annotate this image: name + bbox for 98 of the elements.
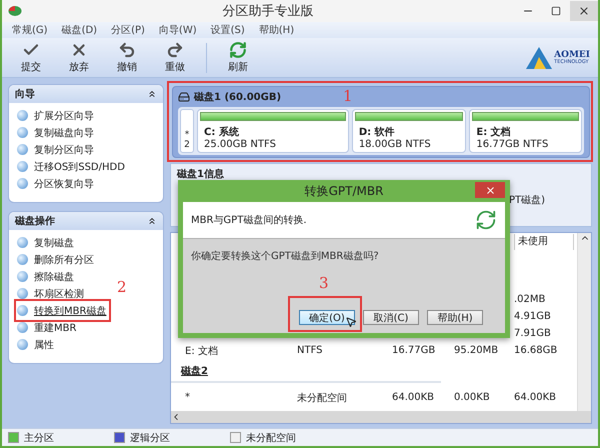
- logo-name: AOMEI: [554, 50, 590, 60]
- table-cell-text: .02MB: [514, 294, 546, 305]
- disk-title: 磁盘1 (60.00GB): [194, 90, 282, 104]
- table-cell-text: 16.68GB: [514, 345, 558, 356]
- partition-size: 25.00GB NTFS: [204, 139, 277, 150]
- toolbar-button[interactable]: 刷新: [217, 40, 259, 76]
- partition-name: E: 文档: [476, 126, 512, 139]
- close-icon: [578, 5, 590, 17]
- annotation-number: 1: [343, 87, 353, 105]
- partition-size: 16.77GB NTFS: [476, 139, 550, 150]
- partition-block[interactable]: D: 软件 18.00GB NTFS: [352, 109, 466, 153]
- table-cell-text: E: 文档: [185, 344, 219, 358]
- partition-name: D: 软件: [358, 126, 396, 139]
- panel-header[interactable]: 磁盘操作: [9, 212, 163, 230]
- toolbar-button[interactable]: 撤销: [106, 40, 148, 76]
- toolbar-button[interactable]: 放弃: [58, 40, 100, 76]
- disk-icon: [17, 322, 28, 333]
- logo-icon: [526, 46, 552, 68]
- sidebar-item[interactable]: 删除所有分区: [17, 251, 96, 268]
- panel-title: 磁盘操作: [15, 214, 55, 228]
- panel-header[interactable]: 向导: [9, 85, 163, 103]
- sidebar-item[interactable]: 坏扇区检测: [17, 285, 86, 302]
- sidebar-item[interactable]: 迁移OS到SSD/HDD: [17, 158, 127, 175]
- panel-title: 向导: [15, 88, 35, 101]
- partition-block[interactable]: C: 系统 25.00GB NTFS: [197, 109, 349, 153]
- dialog-button[interactable]: 帮助(H): [427, 310, 483, 325]
- table-cell-text: *: [185, 392, 191, 403]
- cursor-icon: [345, 316, 357, 328]
- toolbar-button[interactable]: 提交: [10, 40, 52, 76]
- legend-label: 主分区: [24, 432, 54, 444]
- sidebar-item[interactable]: 属性: [17, 336, 56, 353]
- unallocated-block[interactable]: * 2: [180, 109, 194, 153]
- table-cell-text: 64.00KB: [392, 392, 436, 403]
- table-cell-text: NTFS: [297, 345, 324, 356]
- disk-icon: [17, 161, 28, 172]
- sidebar-item[interactable]: 转换到MBR磁盘: [17, 302, 108, 319]
- menu-item[interactable]: 常规(G): [12, 23, 48, 37]
- sidebar-item[interactable]: 扩展分区向导: [17, 107, 96, 124]
- table-cell-text: 16.77GB: [392, 345, 436, 356]
- disk-icon: [17, 110, 28, 121]
- disk-icon: [17, 237, 28, 248]
- dialog-button[interactable]: 确定(O): [299, 310, 355, 325]
- table-cell-text: 未分配空间: [297, 392, 348, 404]
- partition-block[interactable]: E: 文档 16.77GB NTFS: [469, 109, 582, 153]
- disk-icon: [17, 178, 28, 189]
- annotation-number: 3: [319, 274, 329, 292]
- legend-label: 未分配空间: [246, 432, 296, 444]
- partition-name: C: 系统: [204, 126, 240, 139]
- info-text: PT磁盘): [508, 194, 545, 207]
- redo-icon: [166, 41, 184, 59]
- close-icon: [484, 184, 496, 196]
- disk-icon: [17, 305, 28, 316]
- close-button[interactable]: [475, 182, 505, 198]
- close-button[interactable]: [570, 1, 598, 21]
- sidebar-item[interactable]: 复制分区向导: [17, 141, 96, 158]
- table-cell-text: 95.20MB: [454, 345, 500, 356]
- table-cell-text: 7.91GB: [514, 328, 552, 339]
- dialog-heading: MBR与GPT磁盘间的转换.: [191, 214, 307, 227]
- dialog-question: 你确定要转换这个GPT磁盘到MBR磁盘吗?: [191, 250, 380, 263]
- disk-icon: [17, 271, 28, 282]
- table-cell-text: 64.00KB: [514, 392, 558, 403]
- sidebar-item[interactable]: 擦除磁盘: [17, 268, 76, 285]
- sidebar-item[interactable]: 复制磁盘: [17, 234, 76, 251]
- maximize-icon: [551, 6, 561, 16]
- disk-icon: [17, 127, 28, 138]
- collapse-icon: [147, 89, 157, 99]
- disk-icon: [17, 288, 28, 299]
- group-title: 磁盘2: [181, 364, 208, 378]
- disk-icon: [17, 254, 28, 265]
- undo-icon: [118, 41, 136, 59]
- info-title: 磁盘1信息: [177, 168, 225, 181]
- drive-icon: [178, 91, 190, 103]
- annotation-number: 2: [117, 278, 127, 296]
- menu-item[interactable]: 设置(S): [210, 23, 245, 37]
- sidebar-item[interactable]: 分区恢复向导: [17, 175, 96, 192]
- app-logo-icon: [8, 5, 22, 17]
- menu-item[interactable]: 分区(P): [111, 23, 145, 37]
- dialog-title: 转换GPT/MBR: [304, 182, 384, 200]
- menu-item[interactable]: 向导(W): [158, 23, 197, 37]
- refresh-icon: [475, 209, 497, 231]
- column-header[interactable]: 未使用: [514, 234, 574, 250]
- menu-item[interactable]: 磁盘(D): [62, 23, 98, 37]
- horizontal-scrollbar[interactable]: [171, 411, 591, 423]
- window-title: 分区助手专业版: [222, 3, 314, 20]
- dialog-button[interactable]: 取消(C): [363, 310, 419, 325]
- menu-item[interactable]: 帮助(H): [258, 23, 294, 37]
- collapse-icon: [147, 216, 157, 226]
- toolbar-button[interactable]: 重做: [154, 40, 196, 76]
- disk-icon: [17, 339, 28, 350]
- table-cell-text: 0.00KB: [454, 392, 491, 403]
- sidebar-item[interactable]: 复制磁盘向导: [17, 124, 96, 141]
- sidebar-item[interactable]: 重建MBR: [17, 319, 78, 336]
- table-cell-text: 4.91GB: [514, 311, 552, 322]
- partition-size: 18.00GB NTFS: [358, 139, 432, 150]
- refresh-icon: [229, 41, 247, 59]
- disk-icon: [17, 144, 28, 155]
- vertical-scrollbar[interactable]: [577, 233, 591, 411]
- legend-label: 逻辑分区: [130, 432, 170, 444]
